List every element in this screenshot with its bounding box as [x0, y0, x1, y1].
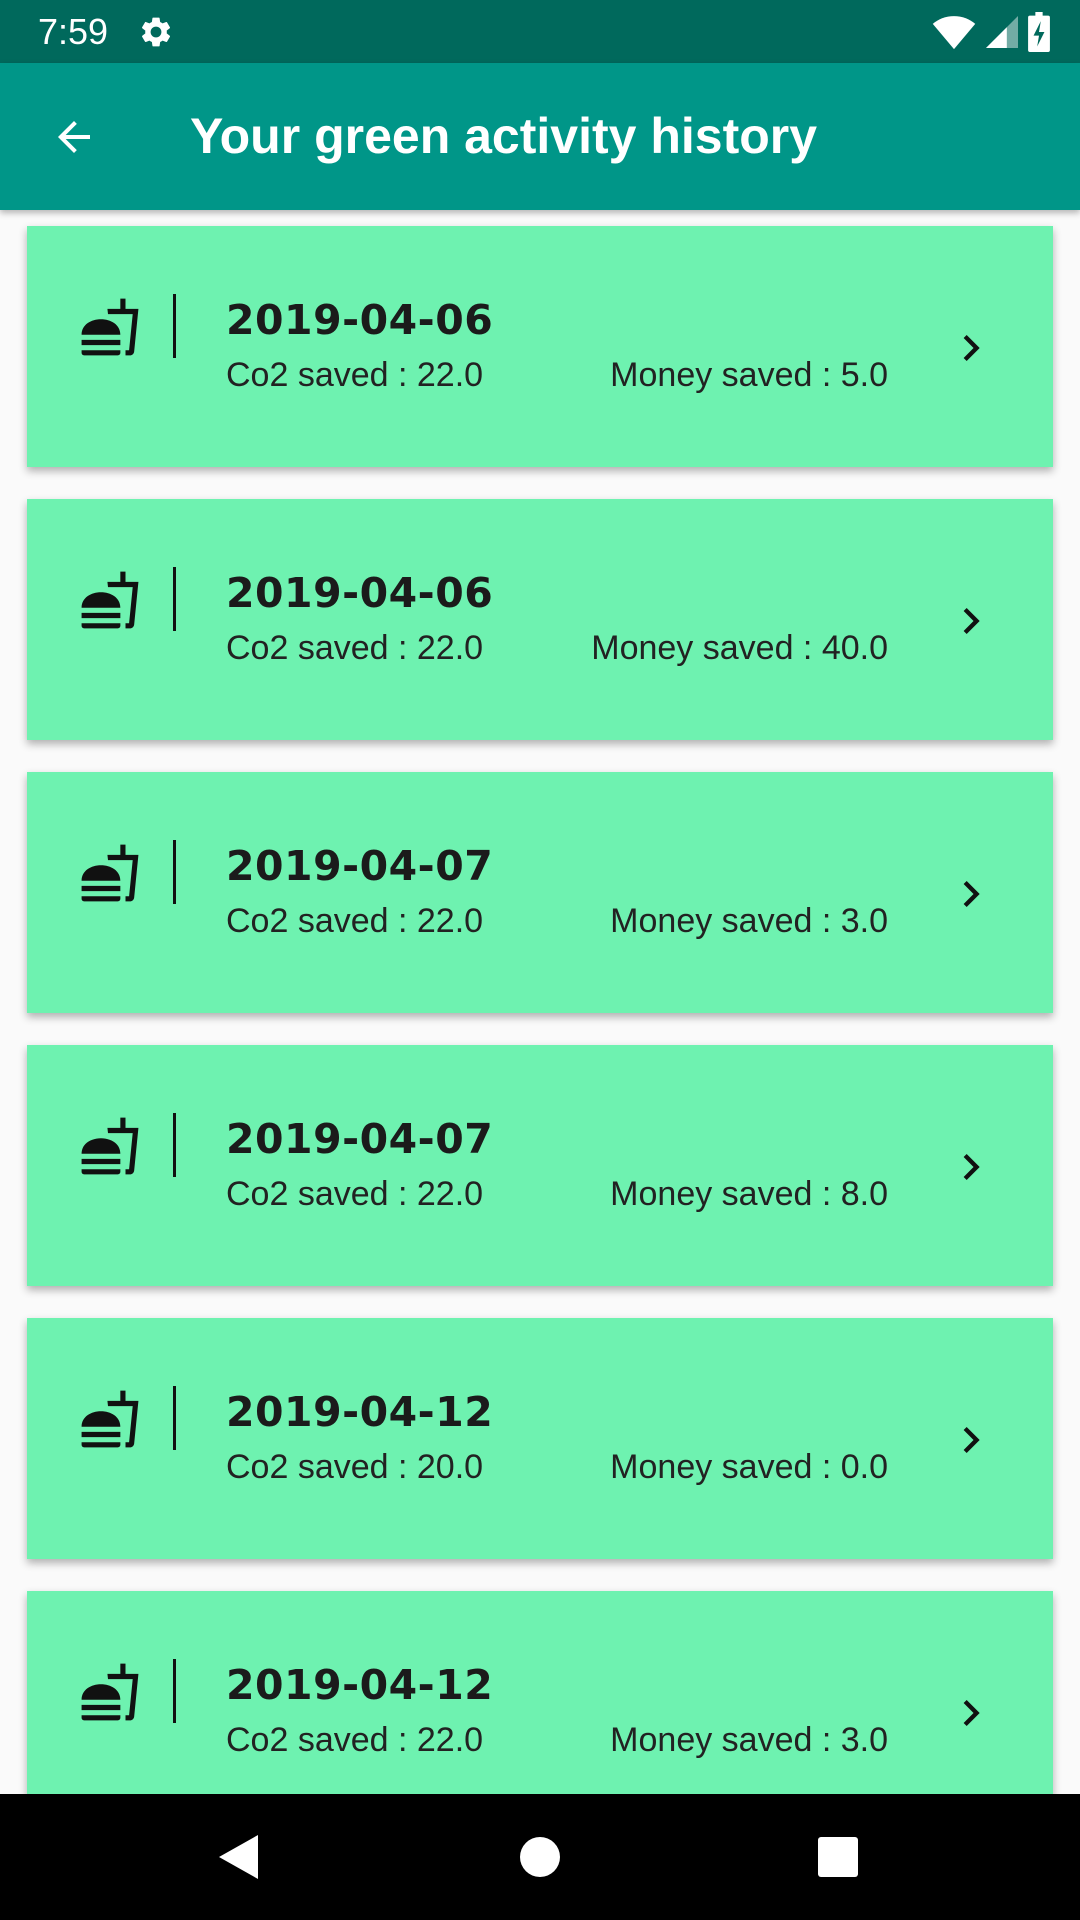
app-bar: Your green activity history	[0, 63, 1080, 210]
money-saved: Money saved : 3.0	[610, 902, 888, 940]
chevron-right-icon	[963, 1154, 980, 1180]
activity-card[interactable]: 2019-04-12 Co2 saved : 20.0 Money saved …	[27, 1318, 1053, 1559]
food-drink-icon	[81, 298, 139, 356]
status-time: 7:59	[38, 11, 109, 52]
money-saved: Money saved : 40.0	[591, 629, 888, 667]
navigation-bar	[0, 1794, 1080, 1920]
chevron-right-icon	[963, 1427, 980, 1453]
activity-card[interactable]: 2019-04-12 Co2 saved : 22.0 Money saved …	[27, 1591, 1053, 1794]
battery-charging-icon	[1028, 12, 1050, 52]
nav-recents-icon	[818, 1837, 858, 1877]
nav-home-button[interactable]	[510, 1827, 570, 1887]
activity-date: 2019-04-07	[226, 1115, 494, 1163]
activity-date: 2019-04-06	[226, 569, 494, 617]
back-button[interactable]	[30, 93, 118, 181]
food-drink-icon	[81, 1390, 139, 1448]
money-saved: Money saved : 3.0	[610, 1721, 888, 1759]
activity-card[interactable]: 2019-04-06 Co2 saved : 22.0 Money saved …	[27, 499, 1053, 740]
nav-recents-button[interactable]	[808, 1827, 868, 1887]
activity-card[interactable]: 2019-04-06 Co2 saved : 22.0 Money saved …	[27, 226, 1053, 467]
chevron-right-icon	[963, 881, 980, 907]
cell-signal-icon	[986, 16, 1018, 48]
money-saved: Money saved : 5.0	[610, 356, 888, 394]
settings-gear-icon	[142, 17, 171, 47]
card-divider	[173, 567, 176, 631]
co2-saved: Co2 saved : 22.0	[226, 1175, 484, 1213]
activity-date: 2019-04-12	[226, 1661, 494, 1709]
co2-saved: Co2 saved : 22.0	[226, 356, 484, 394]
chevron-right-icon	[963, 1700, 980, 1726]
wifi-icon	[932, 16, 976, 50]
food-drink-icon	[81, 844, 139, 902]
nav-home-icon	[520, 1837, 560, 1877]
co2-saved: Co2 saved : 20.0	[226, 1448, 484, 1486]
activity-date: 2019-04-07	[226, 842, 494, 890]
co2-saved: Co2 saved : 22.0	[226, 902, 484, 940]
co2-saved: Co2 saved : 22.0	[226, 1721, 484, 1759]
activity-list[interactable]: 2019-04-06 Co2 saved : 22.0 Money saved …	[0, 210, 1080, 1794]
food-drink-icon	[81, 1663, 139, 1721]
activity-date: 2019-04-12	[226, 1388, 494, 1436]
page-title: Your green activity history	[190, 108, 818, 164]
chevron-right-icon	[963, 608, 980, 634]
card-divider	[173, 1386, 176, 1450]
food-drink-icon	[81, 1117, 139, 1175]
card-divider	[173, 1113, 176, 1177]
card-divider	[173, 294, 176, 358]
activity-card[interactable]: 2019-04-07 Co2 saved : 22.0 Money saved …	[27, 772, 1053, 1013]
nav-back-button[interactable]	[208, 1827, 268, 1887]
back-arrow-icon	[58, 121, 90, 153]
card-divider	[173, 1659, 176, 1723]
nav-back-icon	[219, 1835, 258, 1879]
food-drink-icon	[81, 571, 139, 629]
activity-date: 2019-04-06	[226, 296, 494, 344]
chevron-right-icon	[963, 335, 980, 361]
co2-saved: Co2 saved : 22.0	[226, 629, 484, 667]
money-saved: Money saved : 8.0	[610, 1175, 888, 1213]
money-saved: Money saved : 0.0	[610, 1448, 888, 1486]
status-icons	[932, 12, 1050, 52]
card-divider	[173, 840, 176, 904]
status-bar: 7:59	[0, 0, 1080, 63]
activity-card[interactable]: 2019-04-07 Co2 saved : 22.0 Money saved …	[27, 1045, 1053, 1286]
